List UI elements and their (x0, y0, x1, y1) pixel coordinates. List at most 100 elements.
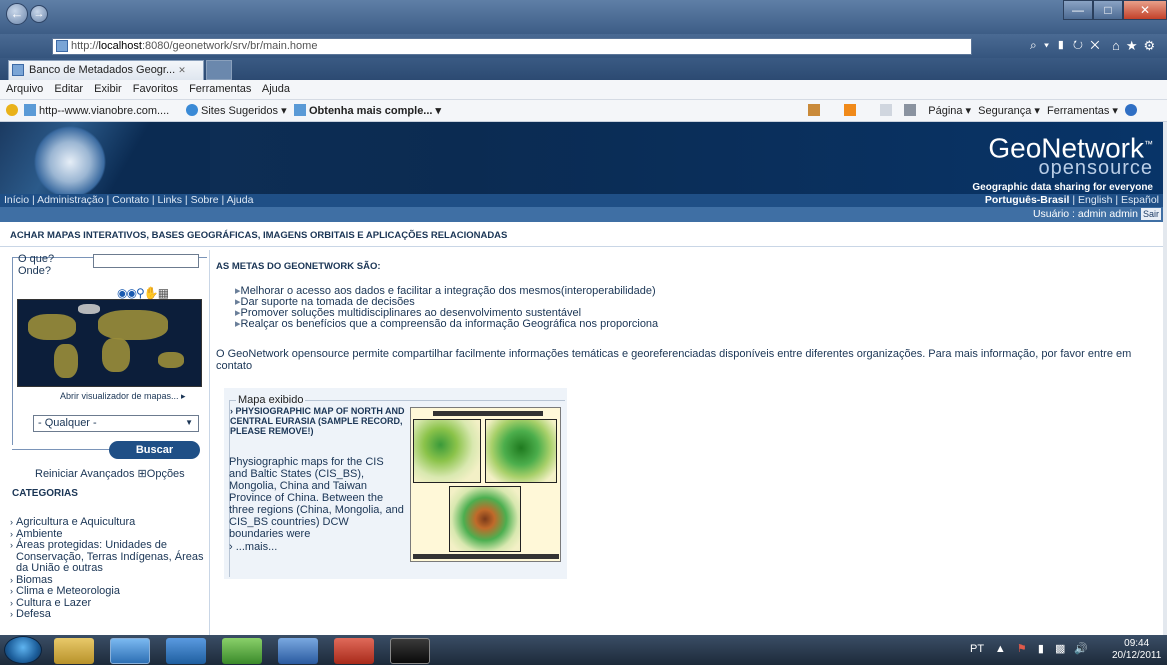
tab-close-icon[interactable]: ✕ (178, 65, 186, 75)
fav-obtenha-mais[interactable]: Obtenha mais comple... ▾ (294, 104, 441, 117)
cmd-taskbar-icon[interactable] (390, 638, 430, 664)
zoom-icon[interactable]: ⚲ (136, 286, 145, 300)
forward-button[interactable]: → (30, 5, 48, 23)
ie-page-icon (24, 104, 36, 116)
zoom-out-icon[interactable]: ◉ (126, 286, 137, 300)
clock-time: 09:44 (1124, 638, 1150, 649)
site-favicon-icon (56, 40, 68, 52)
open-map-viewer-link[interactable]: Abrir visualizador de mapas... ▸ (60, 391, 186, 402)
network-icon[interactable]: ▩ (1055, 643, 1065, 655)
category-item[interactable]: Agricultura e Aquicultura (10, 516, 205, 529)
media-taskbar-icon[interactable] (166, 638, 206, 664)
reset-link[interactable]: Reiniciar (35, 468, 78, 480)
start-button[interactable] (4, 636, 42, 664)
goals-list: Melhorar o acesso aos dados e facilitar … (235, 286, 659, 330)
cmd-ferramentas[interactable]: Ferramentas ▾ (1047, 105, 1118, 117)
url-host: localhost (98, 40, 142, 52)
what-search-input[interactable] (93, 254, 199, 268)
options-link[interactable]: ⊞Opções (138, 468, 185, 480)
window-controls: — □ ✕ (1063, 0, 1167, 20)
volume-icon[interactable]: 🔊 (1074, 643, 1088, 655)
pan-hand-icon[interactable]: ✋ (144, 286, 159, 300)
divider (0, 246, 1163, 247)
menu-ferramentas[interactable]: Ferramentas (189, 83, 251, 95)
header-globe-image (0, 122, 210, 194)
user-bar: Usuário : admin admin Sair (0, 207, 1163, 222)
fav-sites-sugeridos[interactable]: Sites Sugeridos ▾ (186, 104, 287, 117)
new-tab-button[interactable] (206, 60, 232, 80)
app-taskbar-icon[interactable] (222, 638, 262, 664)
logo-slogan: Geographic data sharing for everyone (972, 182, 1153, 194)
acrobat-taskbar-icon[interactable] (334, 638, 374, 664)
category-item[interactable]: Áreas protegidas: Unidades de Conservaçã… (10, 539, 205, 575)
rss-icon[interactable] (844, 104, 857, 116)
lang-others[interactable]: | English | Español (1069, 194, 1159, 206)
back-button[interactable]: ← (6, 3, 28, 25)
cmd-seguranca[interactable]: Segurança ▾ (978, 105, 1040, 117)
minimize-button[interactable]: — (1063, 0, 1093, 20)
home-star-gear-icons[interactable]: ⌂★⚙ (1112, 38, 1161, 54)
page-tagline: ACHAR MAPAS INTERATIVOS, BASES GEOGRÁFIC… (10, 230, 508, 241)
featured-map-title[interactable]: › PHYSIOGRAPHIC MAP OF NORTH AND CENTRAL… (230, 406, 406, 436)
tab-favicon-icon (12, 64, 24, 76)
url-path: :8080/geonetwork/srv/br/main.home (141, 40, 318, 52)
search-links: Reiniciar Avançados ⊞Opções (35, 467, 185, 480)
print-icon[interactable] (904, 104, 917, 116)
input-language[interactable]: PT (970, 643, 984, 655)
featured-map-thumbnail[interactable] (410, 407, 561, 562)
tab-title: Banco de Metadados Geogr... (29, 64, 176, 76)
browser-tab[interactable]: Banco de Metadados Geogr... ✕ (8, 60, 204, 80)
menu-favoritos[interactable]: Favoritos (133, 83, 178, 95)
goal-item: Realçar os benefícios que a compreensão … (235, 319, 659, 330)
category-item[interactable]: Clima e Meteorologia (10, 585, 205, 598)
site-header: GeoNetwork™ opensource Geographic data s… (0, 122, 1163, 194)
mail-icon[interactable] (880, 104, 893, 116)
menu-exibir[interactable]: Exibir (94, 83, 122, 95)
select-area-icon[interactable]: ▦ (158, 286, 169, 300)
page-scrollbar[interactable] (1163, 122, 1167, 635)
search-frame-rule (12, 449, 110, 450)
region-select[interactable]: - Qualquer - ▼ (33, 415, 199, 432)
language-links: Português-Brasil | English | Español (985, 194, 1159, 207)
clock[interactable]: 09:44 20/12/2011 (1112, 638, 1161, 662)
logo-tm: ™ (1144, 139, 1153, 149)
maximize-button[interactable]: □ (1093, 0, 1123, 20)
favorites-star-icon[interactable] (6, 104, 21, 117)
featured-map-description: Physiographic maps for the CIS and Balti… (229, 456, 404, 540)
flag-icon[interactable]: ⚑ (1017, 643, 1027, 655)
categories-list: Agricultura e Aquicultura Ambiente Áreas… (10, 516, 205, 621)
battery-icon[interactable]: ▮ (1038, 643, 1044, 655)
search-button[interactable]: Buscar (109, 441, 200, 459)
featured-map-more-link[interactable]: › ...mais... (229, 541, 277, 553)
column-divider (209, 250, 210, 635)
menu-editar[interactable]: Editar (54, 83, 83, 95)
category-item[interactable]: Defesa (10, 608, 205, 621)
nav-links[interactable]: Início | Administração | Contato | Links… (4, 194, 253, 206)
dropdown-arrow-icon: ▼ (185, 418, 193, 427)
close-window-button[interactable]: ✕ (1123, 0, 1167, 20)
advanced-link[interactable]: Avançados (80, 468, 134, 480)
cmd-pagina[interactable]: Página ▾ (928, 105, 971, 117)
mini-world-map[interactable] (17, 299, 202, 387)
home-icon[interactable] (808, 104, 820, 116)
ie-taskbar-icon[interactable] (110, 638, 150, 664)
lang-portugues[interactable]: Português-Brasil (985, 194, 1070, 206)
bullet-icon: › (229, 541, 236, 553)
word-taskbar-icon[interactable] (278, 638, 318, 664)
help-icon[interactable] (1125, 104, 1138, 116)
address-bar[interactable]: http://localhost:8080/geonetwork/srv/br/… (52, 38, 972, 55)
system-tray: PT ▲ ⚑ ▮ ▩ 🔊 (970, 642, 1088, 655)
window-titlebar (0, 0, 1167, 34)
logout-button[interactable]: Sair (1140, 208, 1161, 220)
featured-map-legend: Mapa exibido (236, 394, 306, 406)
menu-arquivo[interactable]: Arquivo (6, 83, 43, 95)
address-tools[interactable]: ⌕ ▾ ▮ ↻ ✕ (1030, 38, 1102, 53)
fav-vianobre[interactable]: http--www.vianobre.com.... (24, 104, 169, 117)
tray-arrow-icon[interactable]: ▲ (995, 643, 1006, 655)
ie-page-icon (294, 104, 306, 116)
what-label: O que? (18, 253, 55, 265)
explorer-taskbar-icon[interactable] (54, 638, 94, 664)
region-select-value: - Qualquer - (38, 417, 97, 429)
menu-ajuda[interactable]: Ajuda (262, 83, 290, 95)
favorites-bar: http--www.vianobre.com.... Sites Sugerid… (0, 100, 1167, 122)
